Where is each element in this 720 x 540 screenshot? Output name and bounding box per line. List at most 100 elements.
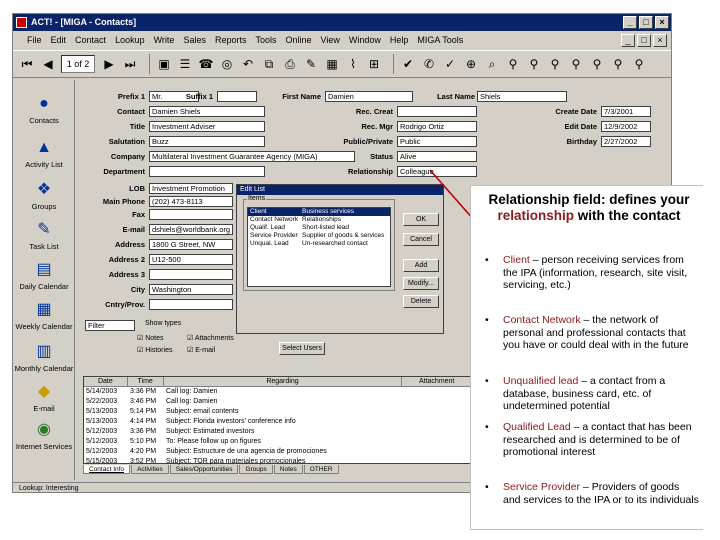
tab-notes[interactable]: Notes (273, 465, 303, 474)
globe-icon[interactable]: ◎ (219, 56, 235, 72)
department-field[interactable] (149, 166, 265, 177)
salutation-field[interactable]: Buzz (149, 136, 265, 147)
address2-field[interactable]: U12-500 (149, 254, 233, 265)
list-item[interactable]: Service Provider Supplier of goods & serv… (248, 232, 390, 240)
binoculars-icon[interactable]: ⚲ (589, 56, 605, 72)
save-icon[interactable]: ▣ (156, 56, 172, 72)
sidebar-item-contacts[interactable]: ● Contacts (13, 94, 75, 125)
first-record-icon[interactable]: ⏮ (19, 56, 35, 72)
attach-icon[interactable]: ⌇ (345, 56, 361, 72)
menu-contact[interactable]: Contact (75, 32, 106, 48)
minimize-button[interactable]: _ (623, 16, 637, 29)
notes-checkbox[interactable]: ☑ Notes (137, 334, 164, 342)
table-row[interactable]: 5/22/2003 3:46 PM Call log: Damien (84, 397, 472, 407)
attachments-checkbox[interactable]: ☑ Attachments (187, 334, 234, 342)
menu-window[interactable]: Window (349, 32, 381, 48)
edit-date-field[interactable]: 12/9/2002 (601, 121, 651, 132)
add-button[interactable]: Add (403, 259, 439, 272)
suffix-field[interactable] (217, 91, 257, 102)
mdi-close-button[interactable]: × (653, 34, 667, 47)
copy-icon[interactable]: ⧉ (261, 56, 277, 72)
todo-icon[interactable]: ✓ (442, 56, 458, 72)
add-icon[interactable]: ⊕ (463, 56, 479, 72)
phone-icon[interactable]: ☎ (198, 56, 214, 72)
table-row[interactable]: 5/13/2003 5:14 PM Subject: email contents (84, 407, 472, 417)
previous-record-icon[interactable]: ◀ (40, 56, 56, 72)
binoculars-icon[interactable]: ⚲ (568, 56, 584, 72)
column-date[interactable]: Date (84, 377, 128, 386)
sidebar-item-activity-list[interactable]: ▲ Activity List (13, 138, 75, 169)
close-button[interactable]: × (655, 16, 669, 29)
column-attachment[interactable]: Attachment (402, 377, 472, 386)
filter-dropdown[interactable]: Filter (85, 320, 135, 331)
menu-write[interactable]: Write (154, 32, 175, 48)
sidebar-item-weekly-calendar[interactable]: ▦ Weekly Calendar (13, 300, 75, 331)
table-row[interactable]: 5/14/2003 3:36 PM Call log: Damien (84, 387, 472, 397)
ok-button[interactable]: OK (403, 213, 439, 226)
contact-field[interactable]: Damien Shiels (149, 106, 265, 117)
tab-groups[interactable]: Groups (239, 465, 273, 474)
email-field[interactable]: dshiels@worldbank.org (149, 224, 233, 235)
check-icon[interactable]: ✔ (400, 56, 416, 72)
title-field[interactable]: Investment Adviser (149, 121, 265, 132)
binoculars-icon[interactable]: ⚲ (526, 56, 542, 72)
binoculars-icon[interactable]: ⚲ (505, 56, 521, 72)
maximize-button[interactable]: □ (639, 16, 653, 29)
menu-edit[interactable]: Edit (51, 32, 67, 48)
rec-creat-field[interactable] (397, 106, 477, 117)
public-private-field[interactable]: Public (397, 136, 477, 147)
tab-sales-opportunities[interactable]: Sales/Opportunities (169, 465, 239, 474)
menu-help[interactable]: Help (390, 32, 409, 48)
sidebar-item-task-list[interactable]: ✎ Task List (13, 220, 75, 251)
country-field[interactable] (149, 299, 233, 310)
sidebar-item-groups[interactable]: ❖ Groups (13, 180, 75, 211)
city-field[interactable]: Washington (149, 284, 233, 295)
lob-field[interactable]: Investment Promotion (149, 183, 233, 194)
rec-mgr-field[interactable]: Rodrigo Ortiz (397, 121, 477, 132)
fax-field[interactable] (149, 209, 233, 220)
relationship-field[interactable]: Colleague (397, 166, 477, 177)
list-item[interactable]: Unqual. Lead Un-researched contact (248, 240, 390, 248)
tab-contact-info[interactable]: Contact Info (83, 465, 131, 474)
list-item[interactable]: Client Business services (248, 208, 390, 216)
menu-miga-tools[interactable]: MIGA Tools (417, 32, 463, 48)
menu-sales[interactable]: Sales (183, 32, 206, 48)
address-field[interactable]: 1800 G Street, NW (149, 239, 233, 250)
status-field[interactable]: Alive (397, 151, 477, 162)
table-row[interactable]: 5/13/2003 4:14 PM Subject: Florida investo… (84, 417, 472, 427)
tab-activities[interactable]: Activities (131, 465, 169, 474)
table-row[interactable]: 5/12/2003 5:10 PM To: Please follow up on … (84, 437, 472, 447)
create-date-field[interactable]: 7/3/2001 (601, 106, 651, 117)
gift-icon[interactable]: ⊞ (366, 56, 382, 72)
sidebar-item-internet-services[interactable]: ◉ Internet Services (13, 420, 75, 451)
menu-tools[interactable]: Tools (255, 32, 276, 48)
mdi-restore-button[interactable]: □ (637, 34, 651, 47)
email-checkbox[interactable]: ☑ E-mail (187, 346, 215, 354)
next-record-icon[interactable]: ▶ (101, 56, 117, 72)
menu-view[interactable]: View (321, 32, 340, 48)
menu-file[interactable]: File (27, 32, 42, 48)
cancel-button[interactable]: Cancel (403, 233, 439, 246)
address3-field[interactable] (149, 269, 233, 280)
last-name-field[interactable]: Shiels (477, 91, 567, 102)
undo-icon[interactable]: ↶ (240, 56, 256, 72)
last-record-icon[interactable]: ⏭ (122, 56, 138, 72)
lookup-icon[interactable]: ⌕ (484, 56, 500, 72)
binoculars-icon[interactable]: ⚲ (610, 56, 626, 72)
histories-checkbox[interactable]: ☑ Histories (137, 346, 172, 354)
column-time[interactable]: Time (128, 377, 164, 386)
binoculars-icon[interactable]: ⚲ (631, 56, 647, 72)
note-icon[interactable]: ✎ (303, 56, 319, 72)
print-icon[interactable]: ⎙ (282, 56, 298, 72)
menu-online[interactable]: Online (285, 32, 311, 48)
table-row[interactable]: 5/12/2003 4:20 PM Subject: Estructure de u… (84, 447, 472, 457)
main-phone-field[interactable]: (202) 473-8113 (149, 196, 233, 207)
list-item[interactable]: Contact Network Relationships (248, 216, 390, 224)
list-item[interactable]: Qualif. Lead Short-listed lead (248, 224, 390, 232)
menu-reports[interactable]: Reports (215, 32, 247, 48)
tab-other[interactable]: OTHER (303, 465, 339, 474)
select-users-button[interactable]: Select Users (279, 342, 325, 355)
mdi-minimize-button[interactable]: _ (621, 34, 635, 47)
table-row[interactable]: 5/12/2003 3:36 PM Subject: Estimated inves… (84, 427, 472, 437)
modify-button[interactable]: Modify... (403, 277, 439, 290)
